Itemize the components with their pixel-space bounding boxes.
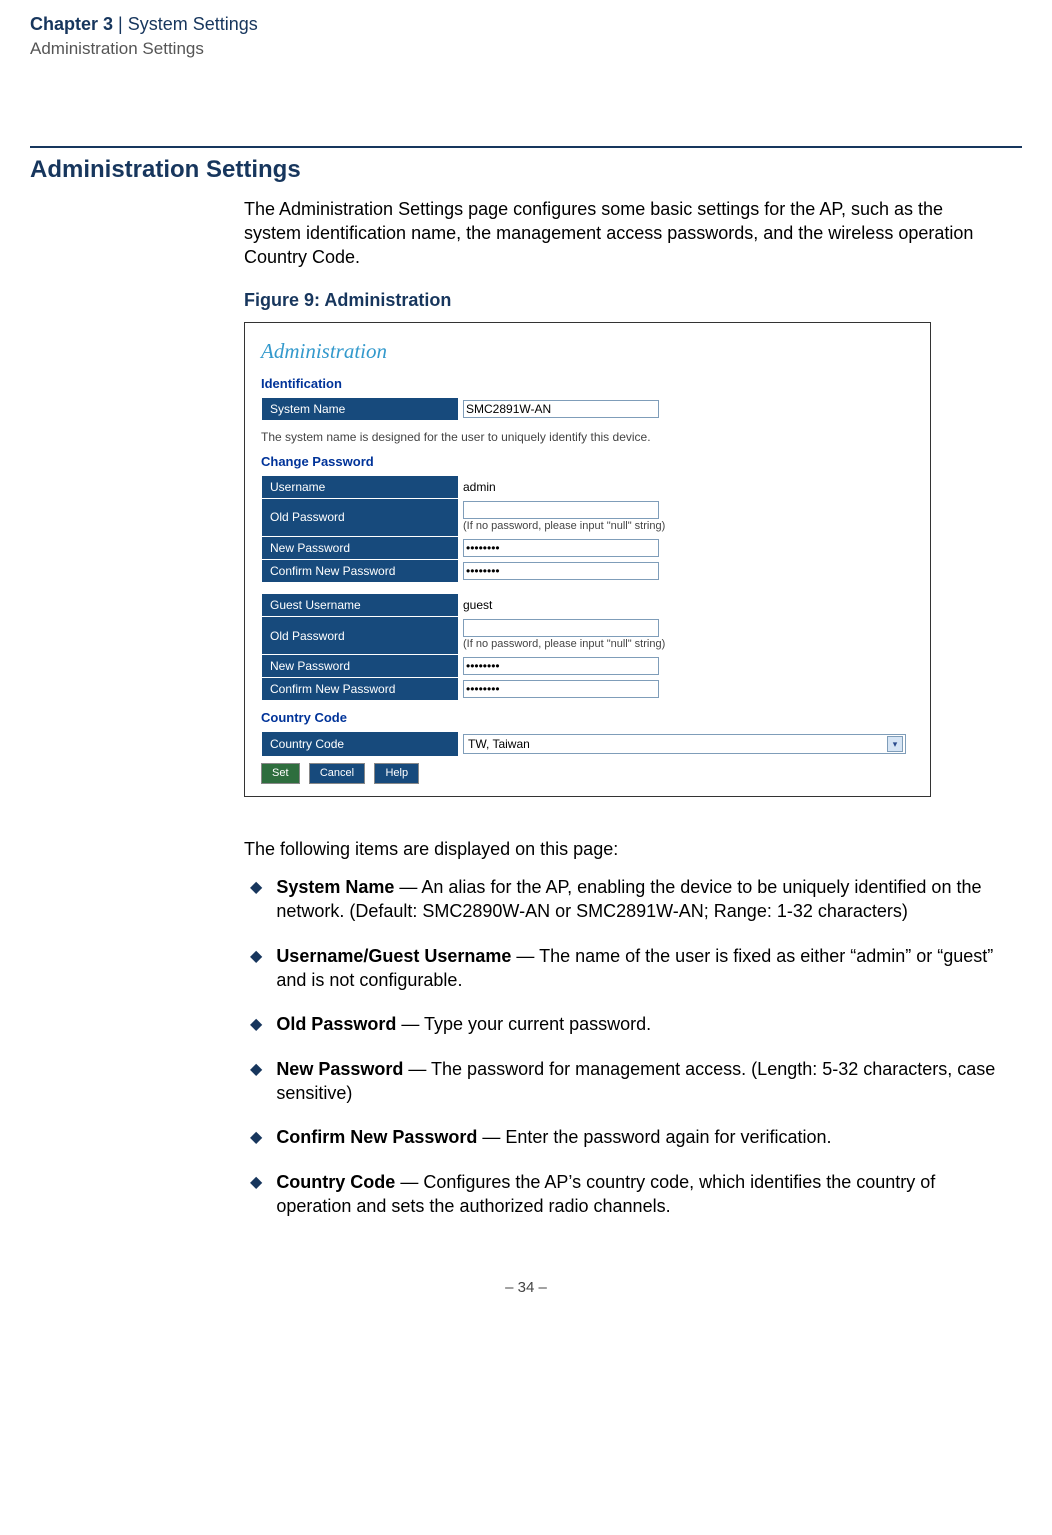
row-new-password: New Password bbox=[262, 536, 688, 559]
row-guest-confirm-password: Confirm New Password bbox=[262, 678, 688, 701]
guest-old-password-hint: (If no password, please input "null" str… bbox=[463, 637, 683, 652]
new-password-label: New Password bbox=[262, 536, 459, 559]
guest-old-password-input[interactable] bbox=[463, 619, 659, 637]
section-heading: Administration Settings bbox=[30, 154, 1022, 186]
diamond-icon: ◆ bbox=[250, 877, 262, 899]
country-code-label: Country Code bbox=[262, 731, 459, 756]
diamond-icon: ◆ bbox=[250, 1127, 262, 1149]
guest-new-password-label: New Password bbox=[262, 655, 459, 678]
desc: — Enter the password again for verificat… bbox=[477, 1127, 831, 1147]
guest-username-value: guest bbox=[463, 598, 492, 612]
new-password-input[interactable] bbox=[463, 539, 659, 557]
row-guest-username: Guest Username guest bbox=[262, 594, 688, 617]
old-password-input[interactable] bbox=[463, 501, 659, 519]
guest-old-password-label: Old Password bbox=[262, 617, 459, 655]
term: Username/Guest Username bbox=[276, 946, 511, 966]
country-code-value: TW, Taiwan bbox=[468, 736, 530, 752]
row-username: Username admin bbox=[262, 475, 688, 498]
diamond-icon: ◆ bbox=[250, 946, 262, 968]
diamond-icon: ◆ bbox=[250, 1172, 262, 1194]
identification-heading: Identification bbox=[261, 375, 914, 393]
term: Confirm New Password bbox=[276, 1127, 477, 1147]
confirm-password-label: Confirm New Password bbox=[262, 559, 459, 582]
change-password-heading: Change Password bbox=[261, 453, 914, 471]
desc: — Type your current password. bbox=[396, 1014, 651, 1034]
guest-confirm-password-label: Confirm New Password bbox=[262, 678, 459, 701]
list-item: ◆ Username/Guest Username — The name of … bbox=[250, 944, 1002, 993]
figure-caption: Figure 9: Administration bbox=[244, 288, 1002, 312]
country-code-heading: Country Code bbox=[261, 709, 914, 727]
panel-title: Administration bbox=[261, 337, 914, 365]
old-password-hint: (If no password, please input "null" str… bbox=[463, 519, 683, 534]
list-item: ◆ Confirm New Password — Enter the passw… bbox=[250, 1125, 1002, 1149]
list-item: ◆ System Name — An alias for the AP, ena… bbox=[250, 875, 1002, 924]
term: New Password bbox=[276, 1059, 403, 1079]
row-confirm-password: Confirm New Password bbox=[262, 559, 688, 582]
admin-screenshot: Administration Identification System Nam… bbox=[244, 322, 931, 797]
confirm-password-input[interactable] bbox=[463, 562, 659, 580]
username-value: admin bbox=[463, 480, 496, 494]
row-guest-new-password: New Password bbox=[262, 655, 688, 678]
system-name-label: System Name bbox=[262, 397, 459, 420]
system-name-input[interactable] bbox=[463, 400, 659, 418]
old-password-label: Old Password bbox=[262, 498, 459, 536]
row-system-name: System Name bbox=[262, 397, 688, 420]
chapter-header: Chapter 3 | System Settings bbox=[30, 12, 1022, 36]
bullet-list: ◆ System Name — An alias for the AP, ena… bbox=[250, 875, 1002, 1218]
guest-confirm-password-input[interactable] bbox=[463, 680, 659, 698]
term: Country Code bbox=[276, 1172, 395, 1192]
term: Old Password bbox=[276, 1014, 396, 1034]
term: System Name bbox=[276, 877, 394, 897]
row-old-password: Old Password (If no password, please inp… bbox=[262, 498, 688, 536]
set-button[interactable]: Set bbox=[261, 763, 300, 784]
section-intro: The Administration Settings page configu… bbox=[244, 197, 1002, 270]
list-item: ◆ Country Code — Configures the AP’s cou… bbox=[250, 1170, 1002, 1219]
country-code-select[interactable]: TW, Taiwan ▾ bbox=[463, 734, 906, 754]
header-rule bbox=[30, 146, 1022, 148]
guest-new-password-input[interactable] bbox=[463, 657, 659, 675]
username-label: Username bbox=[262, 475, 459, 498]
diamond-icon: ◆ bbox=[250, 1014, 262, 1036]
row-guest-old-password: Old Password (If no password, please inp… bbox=[262, 617, 688, 655]
cancel-button[interactable]: Cancel bbox=[309, 763, 365, 784]
row-country-code: Country Code TW, Taiwan ▾ bbox=[262, 731, 913, 756]
list-item: ◆ Old Password — Type your current passw… bbox=[250, 1012, 1002, 1036]
system-name-note: The system name is designed for the user… bbox=[261, 429, 914, 445]
page-number: – 34 – bbox=[30, 1278, 1022, 1298]
chapter-separator: | bbox=[118, 14, 123, 34]
chapter-subtitle: Administration Settings bbox=[30, 38, 1022, 61]
chapter-title: System Settings bbox=[128, 14, 258, 34]
help-button[interactable]: Help bbox=[374, 763, 419, 784]
chevron-down-icon: ▾ bbox=[887, 736, 903, 752]
guest-username-label: Guest Username bbox=[262, 594, 459, 617]
diamond-icon: ◆ bbox=[250, 1059, 262, 1081]
list-item: ◆ New Password — The password for manage… bbox=[250, 1057, 1002, 1106]
chapter-number: Chapter 3 bbox=[30, 14, 113, 34]
items-intro: The following items are displayed on thi… bbox=[244, 837, 1002, 861]
